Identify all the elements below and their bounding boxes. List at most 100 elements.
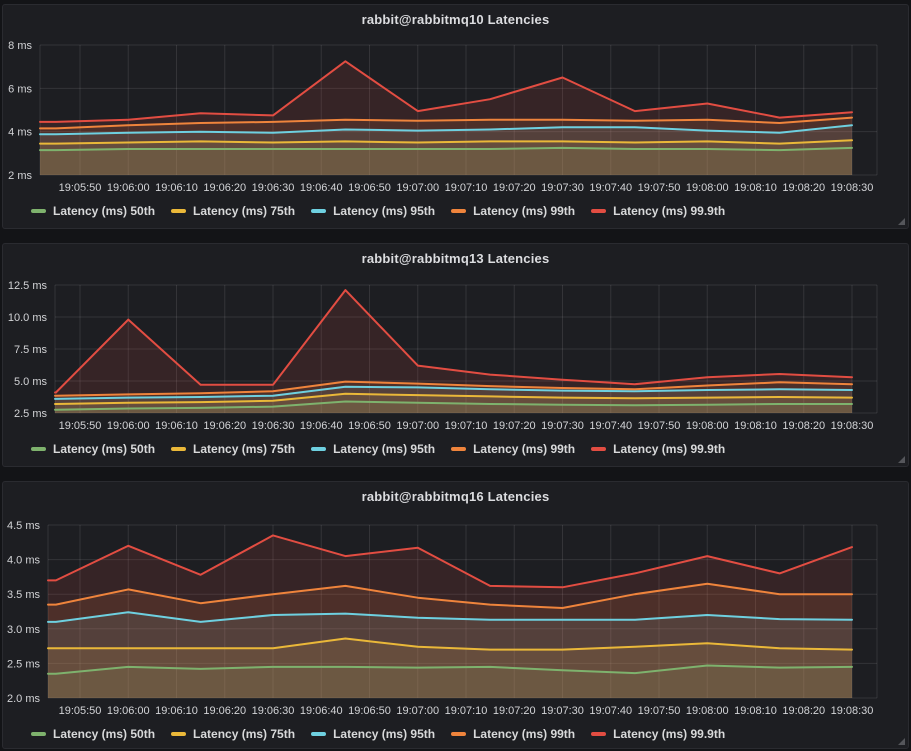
- x-tick-label: 19:06:20: [203, 420, 246, 432]
- panel-rabbitmq16-latencies: rabbit@rabbitmq16 Latencies 2.0 ms2.5 ms…: [2, 481, 909, 749]
- legend-color-dash-95th: [311, 732, 326, 736]
- legend: Latency (ms) 50th Latency (ms) 75th Latenc…: [31, 727, 900, 741]
- legend-item-95th[interactable]: Latency (ms) 95th: [311, 204, 435, 218]
- legend-item-95th[interactable]: Latency (ms) 95th: [311, 442, 435, 456]
- x-tick-label: 19:06:20: [203, 182, 246, 194]
- x-tick-label: 19:08:00: [686, 182, 729, 194]
- legend-label: Latency (ms) 75th: [193, 204, 295, 218]
- y-tick-label: 4.0 ms: [7, 555, 41, 567]
- x-tick-label: 19:07:20: [493, 705, 536, 717]
- x-tick-label: 19:06:40: [300, 182, 343, 194]
- x-tick-label: 19:07:20: [493, 182, 536, 194]
- legend-label: Latency (ms) 99.9th: [613, 442, 725, 456]
- legend-item-99th[interactable]: Latency (ms) 99th: [451, 204, 575, 218]
- legend-label: Latency (ms) 99th: [473, 442, 575, 456]
- x-tick-label: 19:07:00: [396, 705, 439, 717]
- x-tick-label: 19:06:30: [252, 420, 295, 432]
- legend-item-75th[interactable]: Latency (ms) 75th: [171, 727, 295, 741]
- legend-label: Latency (ms) 99.9th: [613, 204, 725, 218]
- legend-item-99-9th[interactable]: Latency (ms) 99.9th: [591, 442, 725, 456]
- legend-item-95th[interactable]: Latency (ms) 95th: [311, 727, 435, 741]
- y-tick-label: 2.5 ms: [7, 658, 41, 670]
- legend-color-dash-99th: [451, 732, 466, 736]
- panel-resize-handle-icon[interactable]: [898, 456, 905, 463]
- legend-item-99-9th[interactable]: Latency (ms) 99.9th: [591, 727, 725, 741]
- legend-item-50th[interactable]: Latency (ms) 50th: [31, 727, 155, 741]
- legend-item-99th[interactable]: Latency (ms) 99th: [451, 727, 575, 741]
- legend-label: Latency (ms) 99th: [473, 727, 575, 741]
- legend-item-99th[interactable]: Latency (ms) 99th: [451, 442, 575, 456]
- y-tick-label: 6 ms: [8, 83, 32, 95]
- chart-canvas[interactable]: 2.0 ms2.5 ms3.0 ms3.5 ms4.0 ms4.5 ms19:0…: [3, 482, 908, 748]
- legend-item-50th[interactable]: Latency (ms) 50th: [31, 442, 155, 456]
- legend-color-dash-95th: [311, 209, 326, 213]
- legend-color-dash-99-9th: [591, 209, 606, 213]
- grafana-dashboard: rabbit@rabbitmq10 Latencies 2 ms4 ms6 ms…: [0, 0, 911, 751]
- x-tick-label: 19:07:20: [493, 420, 536, 432]
- x-tick-label: 19:06:50: [348, 705, 391, 717]
- y-tick-label: 5.0 ms: [14, 376, 48, 388]
- x-tick-label: 19:07:30: [541, 182, 584, 194]
- legend-color-dash-50th: [31, 447, 46, 451]
- x-tick-label: 19:07:50: [638, 420, 681, 432]
- x-tick-label: 19:05:50: [59, 705, 102, 717]
- x-tick-label: 19:05:50: [59, 420, 102, 432]
- x-tick-label: 19:06:20: [203, 705, 246, 717]
- x-tick-label: 19:08:20: [782, 705, 825, 717]
- legend-item-75th[interactable]: Latency (ms) 75th: [171, 442, 295, 456]
- legend-label: Latency (ms) 50th: [53, 442, 155, 456]
- legend-item-99-9th[interactable]: Latency (ms) 99.9th: [591, 204, 725, 218]
- x-tick-label: 19:06:30: [252, 705, 295, 717]
- x-tick-label: 19:05:50: [59, 182, 102, 194]
- x-tick-label: 19:06:10: [155, 182, 198, 194]
- legend-color-dash-75th: [171, 732, 186, 736]
- legend-item-75th[interactable]: Latency (ms) 75th: [171, 204, 295, 218]
- legend-color-dash-99th: [451, 209, 466, 213]
- x-tick-label: 19:07:00: [396, 182, 439, 194]
- legend-color-dash-75th: [171, 447, 186, 451]
- legend-color-dash-50th: [31, 732, 46, 736]
- panel-rabbitmq13-latencies: rabbit@rabbitmq13 Latencies 2.5 ms5.0 ms…: [2, 243, 909, 467]
- legend-color-dash-75th: [171, 209, 186, 213]
- x-tick-label: 19:07:10: [445, 182, 488, 194]
- x-tick-label: 19:08:10: [734, 705, 777, 717]
- y-tick-label: 2 ms: [8, 170, 32, 182]
- panel-resize-handle-icon[interactable]: [898, 218, 905, 225]
- x-tick-label: 19:08:10: [734, 420, 777, 432]
- x-tick-label: 19:08:00: [686, 705, 729, 717]
- legend-label: Latency (ms) 75th: [193, 442, 295, 456]
- series-group: [40, 61, 852, 175]
- x-tick-label: 19:06:00: [107, 182, 150, 194]
- legend-label: Latency (ms) 95th: [333, 204, 435, 218]
- y-tick-label: 4.5 ms: [7, 520, 41, 532]
- x-tick-label: 19:08:30: [831, 420, 874, 432]
- x-tick-label: 19:07:10: [445, 705, 488, 717]
- chart-canvas[interactable]: 2.5 ms5.0 ms7.5 ms10.0 ms12.5 ms19:05:50…: [3, 244, 908, 466]
- y-tick-label: 2.5 ms: [14, 408, 48, 420]
- x-tick-label: 19:06:40: [300, 705, 343, 717]
- x-tick-label: 19:08:10: [734, 182, 777, 194]
- x-tick-label: 19:07:10: [445, 420, 488, 432]
- panel-resize-handle-icon[interactable]: [898, 738, 905, 745]
- x-tick-label: 19:07:30: [541, 705, 584, 717]
- panel-rabbitmq10-latencies: rabbit@rabbitmq10 Latencies 2 ms4 ms6 ms…: [2, 4, 909, 229]
- x-tick-label: 19:08:30: [831, 182, 874, 194]
- series-group: [55, 290, 852, 413]
- x-tick-label: 19:08:30: [831, 705, 874, 717]
- legend-color-dash-95th: [311, 447, 326, 451]
- x-tick-label: 19:06:00: [107, 420, 150, 432]
- legend-color-dash-50th: [31, 209, 46, 213]
- legend: Latency (ms) 50th Latency (ms) 75th Latenc…: [31, 442, 900, 456]
- x-tick-label: 19:06:50: [348, 182, 391, 194]
- legend-label: Latency (ms) 99.9th: [613, 727, 725, 741]
- x-tick-label: 19:06:00: [107, 705, 150, 717]
- legend-label: Latency (ms) 75th: [193, 727, 295, 741]
- x-tick-label: 19:07:30: [541, 420, 584, 432]
- chart-canvas[interactable]: 2 ms4 ms6 ms8 ms19:05:5019:06:0019:06:10…: [3, 5, 908, 228]
- legend-item-50th[interactable]: Latency (ms) 50th: [31, 204, 155, 218]
- legend-label: Latency (ms) 50th: [53, 204, 155, 218]
- y-tick-label: 3.5 ms: [7, 589, 41, 601]
- x-tick-label: 19:07:50: [638, 182, 681, 194]
- x-tick-label: 19:08:20: [782, 420, 825, 432]
- x-tick-label: 19:06:30: [252, 182, 295, 194]
